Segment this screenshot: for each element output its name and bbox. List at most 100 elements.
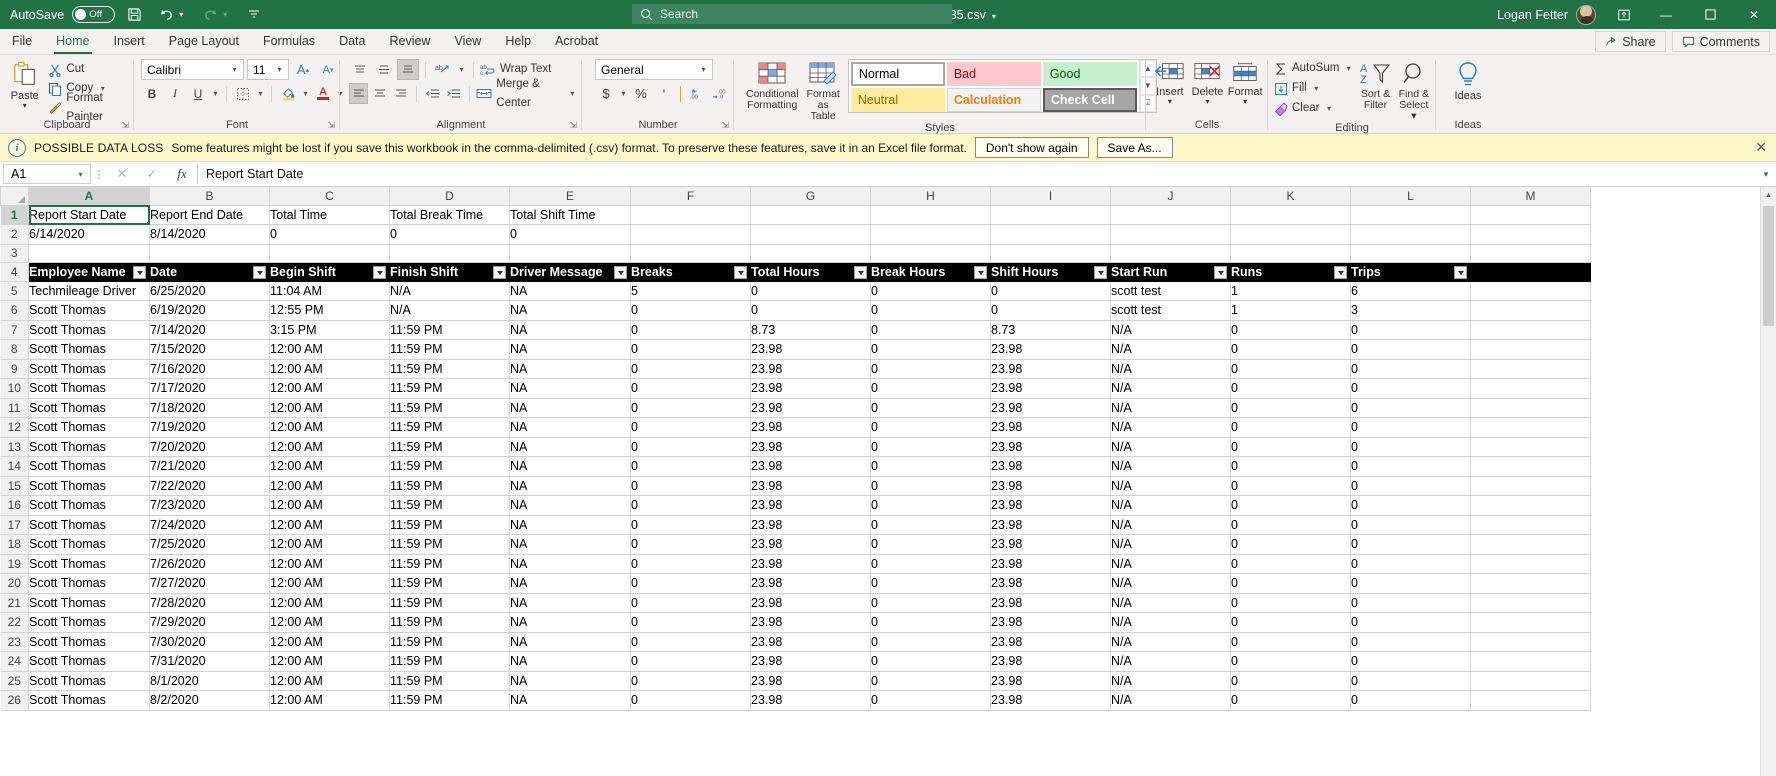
cell-D3[interactable]: [389, 244, 510, 263]
filter-dropdown-icon[interactable]: [614, 266, 627, 279]
tab-view[interactable]: View: [442, 28, 493, 54]
cell-E23[interactable]: NA: [509, 632, 631, 652]
autosave-toggle[interactable]: Off: [72, 6, 116, 23]
align-middle-button[interactable]: [373, 59, 395, 80]
row-header-8[interactable]: 8: [0, 339, 29, 360]
number-dialog-launcher-icon[interactable]: ⇲: [721, 119, 729, 132]
cell-K12[interactable]: 0: [1230, 417, 1351, 438]
cell-B4[interactable]: Date: [149, 262, 270, 282]
cell-J26[interactable]: N/A: [1110, 690, 1231, 711]
redo-dropdown-icon[interactable]: ▾: [223, 10, 235, 19]
row-header-25[interactable]: 25: [0, 670, 29, 691]
cell-C10[interactable]: 12:00 AM: [269, 378, 390, 399]
table-row[interactable]: 16 Scott Thomas 7/23/2020 12:00 AM 11:59 PM N…: [0, 495, 1591, 516]
cell-A5[interactable]: Techmileage Driver: [28, 281, 150, 301]
cell-E26[interactable]: NA: [509, 690, 631, 711]
filter-dropdown-icon[interactable]: [493, 266, 506, 279]
column-header-M[interactable]: M: [1470, 187, 1591, 206]
cell-A13[interactable]: Scott Thomas: [28, 437, 150, 457]
cell-I20[interactable]: 23.98: [990, 573, 1111, 594]
cell-M8[interactable]: [1470, 339, 1591, 360]
cell-G21[interactable]: 23.98: [750, 593, 871, 613]
cell-I11[interactable]: 23.98: [990, 398, 1111, 418]
cell-C12[interactable]: 12:00 AM: [269, 417, 390, 438]
autosum-button[interactable]: AutoSum ▾: [1274, 59, 1354, 78]
cell-J13[interactable]: N/A: [1110, 437, 1231, 457]
column-header-F[interactable]: F: [630, 187, 751, 206]
cell-H18[interactable]: 0: [870, 534, 991, 555]
cell-A26[interactable]: Scott Thomas: [28, 690, 150, 711]
cell-L6[interactable]: 3: [1350, 300, 1471, 321]
cell-F9[interactable]: 0: [630, 359, 751, 379]
cell-J20[interactable]: N/A: [1110, 573, 1231, 594]
cell-L9[interactable]: 0: [1350, 359, 1471, 379]
filter-dropdown-icon[interactable]: [854, 266, 867, 279]
row-header-4[interactable]: 4: [0, 262, 29, 282]
cell-M9[interactable]: [1470, 359, 1591, 379]
name-box[interactable]: A1 ▾: [3, 164, 91, 184]
cell-D11[interactable]: 11:59 PM: [389, 398, 510, 418]
cell-M11[interactable]: [1470, 398, 1591, 418]
cell-D7[interactable]: 11:59 PM: [389, 320, 510, 340]
cell-G9[interactable]: 23.98: [750, 359, 871, 379]
cell-K18[interactable]: 0: [1230, 534, 1351, 555]
cell-B12[interactable]: 7/19/2020: [149, 417, 270, 438]
cell-H2[interactable]: [870, 224, 991, 245]
cell-J2[interactable]: [1110, 224, 1231, 245]
cell-M14[interactable]: [1470, 456, 1591, 477]
filter-dropdown-icon[interactable]: [1094, 266, 1107, 279]
cell-I12[interactable]: 23.98: [990, 417, 1111, 438]
cell-J5[interactable]: scott test: [1110, 281, 1231, 301]
cell-M26[interactable]: [1470, 690, 1591, 711]
merge-center-dropdown-icon[interactable]: ▾: [568, 89, 577, 98]
table-row[interactable]: 23 Scott Thomas 7/30/2020 12:00 AM 11:59 PM N…: [0, 631, 1591, 652]
cell-G25[interactable]: 23.98: [750, 671, 871, 691]
filter-dropdown-icon[interactable]: [734, 266, 747, 279]
table-row[interactable]: 17 Scott Thomas 7/24/2020 12:00 AM 11:59 PM N…: [0, 514, 1591, 535]
ideas-button[interactable]: Ideas: [1443, 59, 1493, 102]
cell-H26[interactable]: 0: [870, 690, 991, 711]
user-name[interactable]: Logan Fetter: [1497, 8, 1568, 22]
table-row[interactable]: 24 Scott Thomas 7/31/2020 12:00 AM 11:59 PM N…: [0, 651, 1591, 672]
column-header-J[interactable]: J: [1110, 187, 1231, 206]
cell-J19[interactable]: N/A: [1110, 554, 1231, 574]
cell-A1[interactable]: Report Start Date: [28, 205, 150, 225]
align-bottom-button[interactable]: [397, 59, 419, 80]
delete-cells-button[interactable]: Delete ▾: [1190, 59, 1226, 106]
cell-L25[interactable]: 0: [1350, 671, 1471, 691]
cell-F21[interactable]: 0: [630, 593, 751, 613]
cell-L3[interactable]: [1350, 244, 1471, 263]
cell-I7[interactable]: 8.73: [990, 320, 1111, 340]
currency-dropdown-icon[interactable]: ▾: [618, 89, 629, 98]
cell-J16[interactable]: N/A: [1110, 495, 1231, 516]
cell-L15[interactable]: 0: [1350, 476, 1471, 496]
filter-dropdown-icon[interactable]: [974, 266, 987, 279]
cell-D26[interactable]: 11:59 PM: [389, 690, 510, 711]
fill-color-button[interactable]: [277, 83, 299, 104]
cell-C13[interactable]: 12:00 AM: [269, 437, 390, 457]
font-name-dropdown-icon[interactable]: ▾: [229, 65, 240, 74]
maximize-button[interactable]: [1688, 0, 1732, 29]
cell-C9[interactable]: 12:00 AM: [269, 359, 390, 379]
table-row[interactable]: 25 Scott Thomas 8/1/2020 12:00 AM 11:59 PM NA…: [0, 670, 1591, 691]
column-header-L[interactable]: L: [1350, 187, 1471, 206]
table-row[interactable]: 2 6/14/2020 8/14/2020 0 0 0: [0, 224, 1591, 245]
cell-G4[interactable]: Total Hours: [750, 262, 871, 282]
cell-F11[interactable]: 0: [630, 398, 751, 418]
message-bar-close-button[interactable]: ✕: [1755, 139, 1767, 156]
cell-H12[interactable]: 0: [870, 417, 991, 438]
cell-F24[interactable]: 0: [630, 651, 751, 672]
cell-M22[interactable]: [1470, 612, 1591, 633]
cell-F19[interactable]: 0: [630, 554, 751, 574]
cell-E21[interactable]: NA: [509, 593, 631, 613]
insert-cells-button[interactable]: Insert ▾: [1152, 59, 1188, 106]
cell-G22[interactable]: 23.98: [750, 612, 871, 633]
cell-B1[interactable]: Report End Date: [149, 205, 270, 225]
cell-G26[interactable]: 23.98: [750, 690, 871, 711]
cell-M7[interactable]: [1470, 320, 1591, 340]
cell-D22[interactable]: 11:59 PM: [389, 612, 510, 633]
cell-E10[interactable]: NA: [509, 378, 631, 399]
cell-B15[interactable]: 7/22/2020: [149, 476, 270, 496]
cell-D24[interactable]: 11:59 PM: [389, 651, 510, 672]
insert-cells-dropdown-icon[interactable]: ▾: [1168, 98, 1172, 106]
